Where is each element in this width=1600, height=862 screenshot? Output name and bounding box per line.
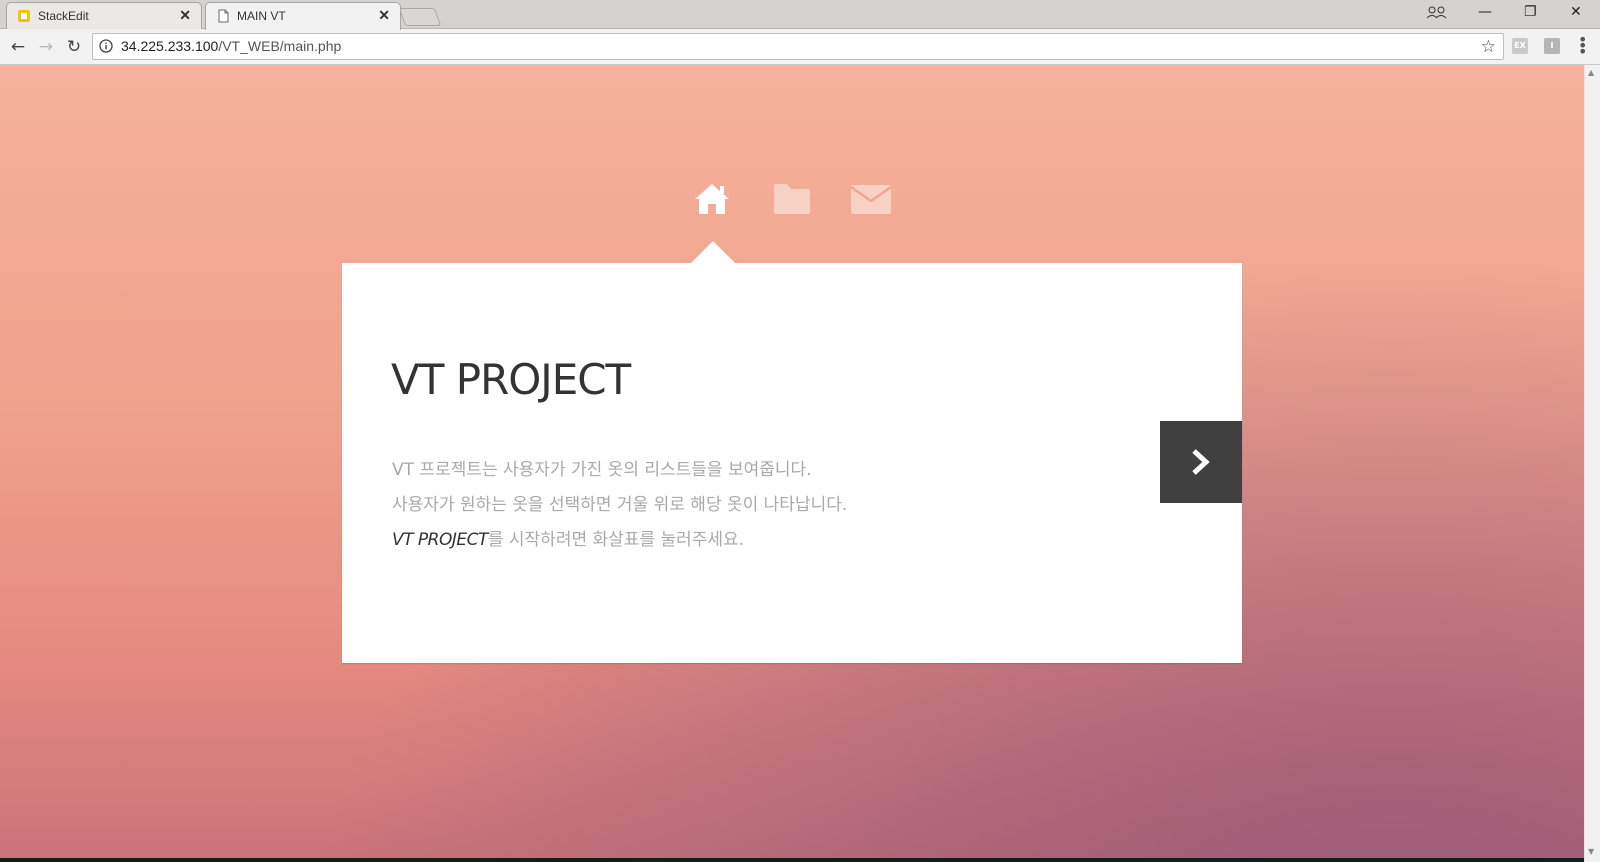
window-close-button[interactable]: ✕ [1570,4,1582,20]
url-host: 34.225.233.100 [121,38,219,54]
next-arrow-button[interactable] [1160,421,1242,503]
profile-icon[interactable] [1426,5,1448,23]
tab-close-icon[interactable]: ✕ [179,7,191,24]
active-nav-pointer [691,241,735,263]
tab-stackedit[interactable]: StackEdit ✕ [6,2,202,29]
tab-title: MAIN VT [237,9,286,23]
description-project-name: VT PROJECT [392,530,488,550]
tab-close-icon[interactable]: ✕ [378,7,390,24]
vertical-scrollbar[interactable]: ▲ ▼ [1584,65,1600,862]
chevron-right-icon [1192,449,1210,475]
stackedit-icon [17,9,31,23]
maximize-button[interactable]: ❐ [1524,4,1537,20]
address-bar[interactable]: 34.225.233.100/VT_WEB/main.php ☆ [92,33,1504,60]
url-path: /VT_WEB/main.php [218,38,342,54]
url-text: 34.225.233.100/VT_WEB/main.php [121,38,341,54]
scroll-down-icon[interactable]: ▼ [1588,847,1594,856]
forward-button[interactable]: → [36,37,56,57]
page-title: VT PROJECT [391,355,631,404]
home-icon[interactable] [693,182,731,220]
tab-main-vt[interactable]: MAIN VT ✕ [205,2,401,30]
scroll-up-icon[interactable]: ▲ [1588,68,1594,77]
intro-card: VT PROJECT VT 프로젝트는 사용자가 가진 옷의 리스트들을 보여줍… [342,263,1242,663]
taskbar-edge [0,858,1584,862]
tab-strip: StackEdit ✕ MAIN VT ✕ — ❐ ✕ [0,0,1600,30]
back-button[interactable]: ← [8,37,28,57]
page-icon [216,9,230,23]
new-tab-button[interactable] [398,8,442,26]
tab-title: StackEdit [38,9,89,23]
mail-icon[interactable] [850,182,892,220]
browser-menu-icon[interactable]: • • • [1578,32,1587,60]
description-line-1: VT 프로젝트는 사용자가 가진 옷의 리스트들을 보여줍니다. [392,460,812,480]
folder-icon[interactable] [772,182,812,220]
minimize-button[interactable]: — [1478,4,1492,20]
info-icon[interactable] [99,39,113,53]
bookmark-star-icon[interactable]: ☆ [1481,37,1496,57]
reload-button[interactable]: ↻ [64,37,84,57]
description-line-2: 사용자가 원하는 옷을 선택하면 거울 위로 해당 옷이 나타납니다. [392,495,848,515]
page-viewport: VT PROJECT VT 프로젝트는 사용자가 가진 옷의 리스트들을 보여줍… [0,65,1584,862]
extension-icon-2[interactable]: I [1544,38,1560,54]
description: VT 프로젝트는 사용자가 가진 옷의 리스트들을 보여줍니다. 사용자가 원하… [392,453,847,558]
browser-toolbar: ← → ↻ 34.225.233.100/VT_WEB/main.php ☆ E… [0,29,1600,65]
extension-icon[interactable]: EX [1512,38,1528,54]
description-line-3: 를 시작하려면 화살표를 눌러주세요. [487,530,745,550]
